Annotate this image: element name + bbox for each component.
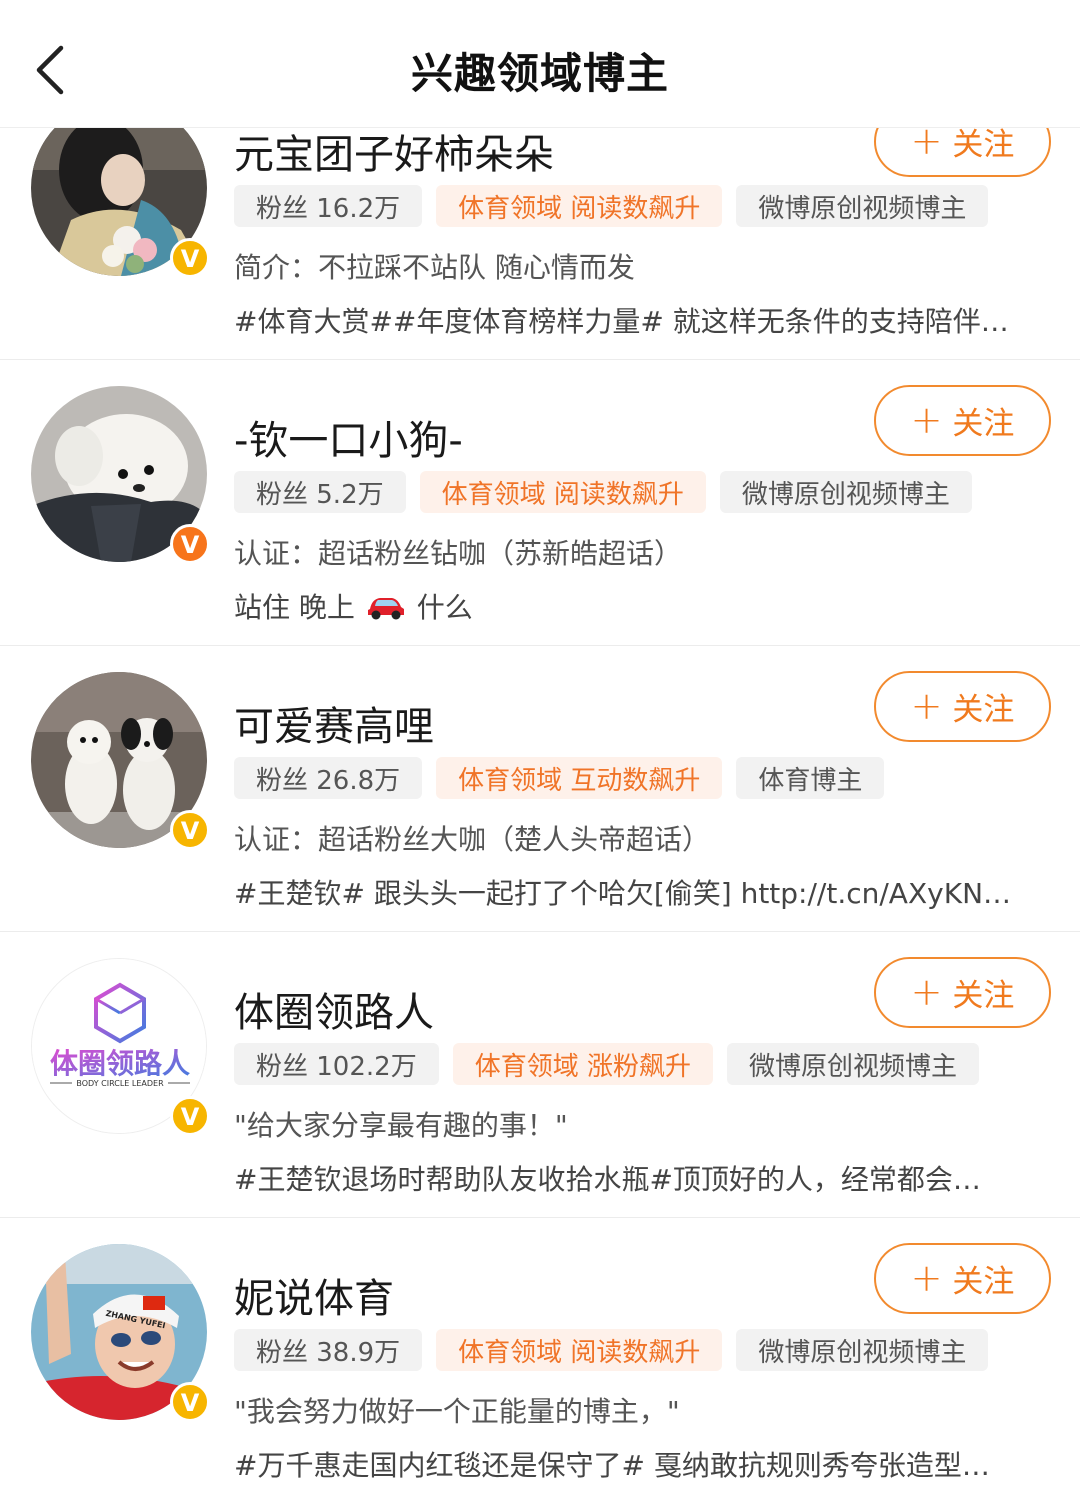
recent-post[interactable]: #万千惠走国内红毯还是保守了# 戛纳敢抗规则秀夸张造型… [234, 1444, 1044, 1484]
recent-post[interactable]: #体育大赏##年度体育榜样力量# 就这样无条件的支持陪伴… [234, 300, 1044, 340]
hot-tag[interactable]: 体育领域 阅读数飙升 [419, 471, 706, 513]
fans-tag: 粉丝 5.2万 [234, 471, 406, 513]
follow-button[interactable]: + 关注 [874, 385, 1051, 456]
recent-post-text: 站住 晚上 [234, 591, 355, 624]
blogger-name[interactable]: 元宝团子好柿朵朵 [234, 122, 554, 180]
blogger-name[interactable]: 体圈领路人 [234, 980, 434, 1038]
follow-label: 关注 [952, 1264, 1015, 1300]
type-tag: 微博原创视频博主 [726, 1043, 979, 1085]
plus-icon: + [910, 969, 943, 1014]
tag-row: 粉丝 5.2万 体育领域 阅读数飙升 微博原创视频博主 [234, 471, 972, 513]
plus-icon: + [910, 397, 943, 442]
hot-tag[interactable]: 体育领域 阅读数飙升 [436, 185, 723, 227]
verified-badge-icon: V [170, 1382, 210, 1422]
verified-badge-icon: V [170, 238, 210, 278]
blogger-card[interactable]: ZHANG YUFEI V 妮说体育 + 关注 粉丝 38.9万 体育领域 阅读… [0, 1218, 1080, 1498]
fans-tag: 粉丝 38.9万 [234, 1329, 423, 1371]
nav-header: 兴趣领域博主 [0, 0, 1080, 128]
tag-row: 粉丝 38.9万 体育领域 阅读数飙升 微博原创视频博主 [234, 1329, 989, 1371]
tag-row: 粉丝 16.2万 体育领域 阅读数飙升 微博原创视频博主 [234, 185, 989, 227]
logo-text: 体圈领路人 [50, 1047, 190, 1080]
recent-post[interactable]: #王楚钦# 跟头头一起打了个哈欠[偷笑] http://t.cn/AXyKN… [234, 872, 1044, 912]
plus-icon: + [910, 683, 943, 728]
plus-icon: + [910, 1255, 943, 1300]
page-title: 兴趣领域博主 [410, 49, 669, 98]
recent-post-text: 什么 [416, 591, 473, 624]
verified-badge-icon: V [170, 1096, 210, 1136]
tag-row: 粉丝 102.2万 体育领域 涨粉飙升 微博原创视频博主 [234, 1043, 979, 1085]
type-tag: 微博原创视频博主 [736, 1329, 989, 1371]
recent-post[interactable]: #王楚钦退场时帮助队友收拾水瓶#顶顶好的人，经常都会… [234, 1158, 1044, 1198]
type-tag: 微博原创视频博主 [719, 471, 972, 513]
verified-badge-icon: V [170, 810, 210, 850]
blogger-card[interactable]: V -钦一口小狗- + 关注 粉丝 5.2万 体育领域 阅读数飙升 微博原创视频… [0, 360, 1080, 646]
follow-label: 关注 [952, 978, 1015, 1014]
follow-label: 关注 [952, 406, 1015, 442]
blogger-intro: 认证：超话粉丝大咖（楚人头帝超话） [234, 823, 711, 856]
fans-tag: 粉丝 26.8万 [234, 757, 423, 799]
fans-tag: 粉丝 16.2万 [234, 185, 423, 227]
car-icon [366, 591, 406, 628]
verified-badge-icon: V [170, 524, 210, 564]
recent-post[interactable]: 站住 晚上 什么 [234, 586, 1044, 628]
follow-button[interactable]: + 关注 [874, 957, 1051, 1028]
blogger-card[interactable]: 体圈领路人 BODY CIRCLE LEADER V 体圈领路人 + 关注 粉丝… [0, 932, 1080, 1218]
blogger-name[interactable]: 妮说体育 [234, 1266, 394, 1324]
hot-tag[interactable]: 体育领域 互动数飙升 [436, 757, 723, 799]
blogger-name[interactable]: -钦一口小狗- [234, 408, 463, 466]
blogger-name[interactable]: 可爱赛高哩 [234, 694, 434, 752]
blogger-intro: "给大家分享最有趣的事！" [234, 1109, 568, 1142]
follow-button[interactable]: + 关注 [874, 1243, 1051, 1314]
blogger-intro: 简介：不拉踩不站队 随心情而发 [234, 251, 635, 284]
type-tag: 体育博主 [736, 757, 885, 799]
tag-row: 粉丝 26.8万 体育领域 互动数飙升 体育博主 [234, 757, 885, 799]
fans-tag: 粉丝 102.2万 [234, 1043, 439, 1085]
logo-subtitle: BODY CIRCLE LEADER [76, 1079, 164, 1088]
hot-tag[interactable]: 体育领域 涨粉飙升 [452, 1043, 713, 1085]
blogger-intro: "我会努力做好一个正能量的博主，" [234, 1395, 680, 1428]
blogger-card[interactable]: V 可爱赛高哩 + 关注 粉丝 26.8万 体育领域 互动数飙升 体育博主 认证… [0, 646, 1080, 932]
follow-button[interactable]: + 关注 [874, 671, 1051, 742]
follow-label: 关注 [952, 692, 1015, 728]
type-tag: 微博原创视频博主 [736, 185, 989, 227]
blogger-intro: 认证：超话粉丝钻咖（苏新皓超话） [234, 537, 683, 570]
hot-tag[interactable]: 体育领域 阅读数飙升 [436, 1329, 723, 1371]
blogger-list[interactable]: V 元宝团子好柿朵朵 + 关注 粉丝 16.2万 体育领域 阅读数飙升 微博原创… [0, 0, 1080, 1498]
